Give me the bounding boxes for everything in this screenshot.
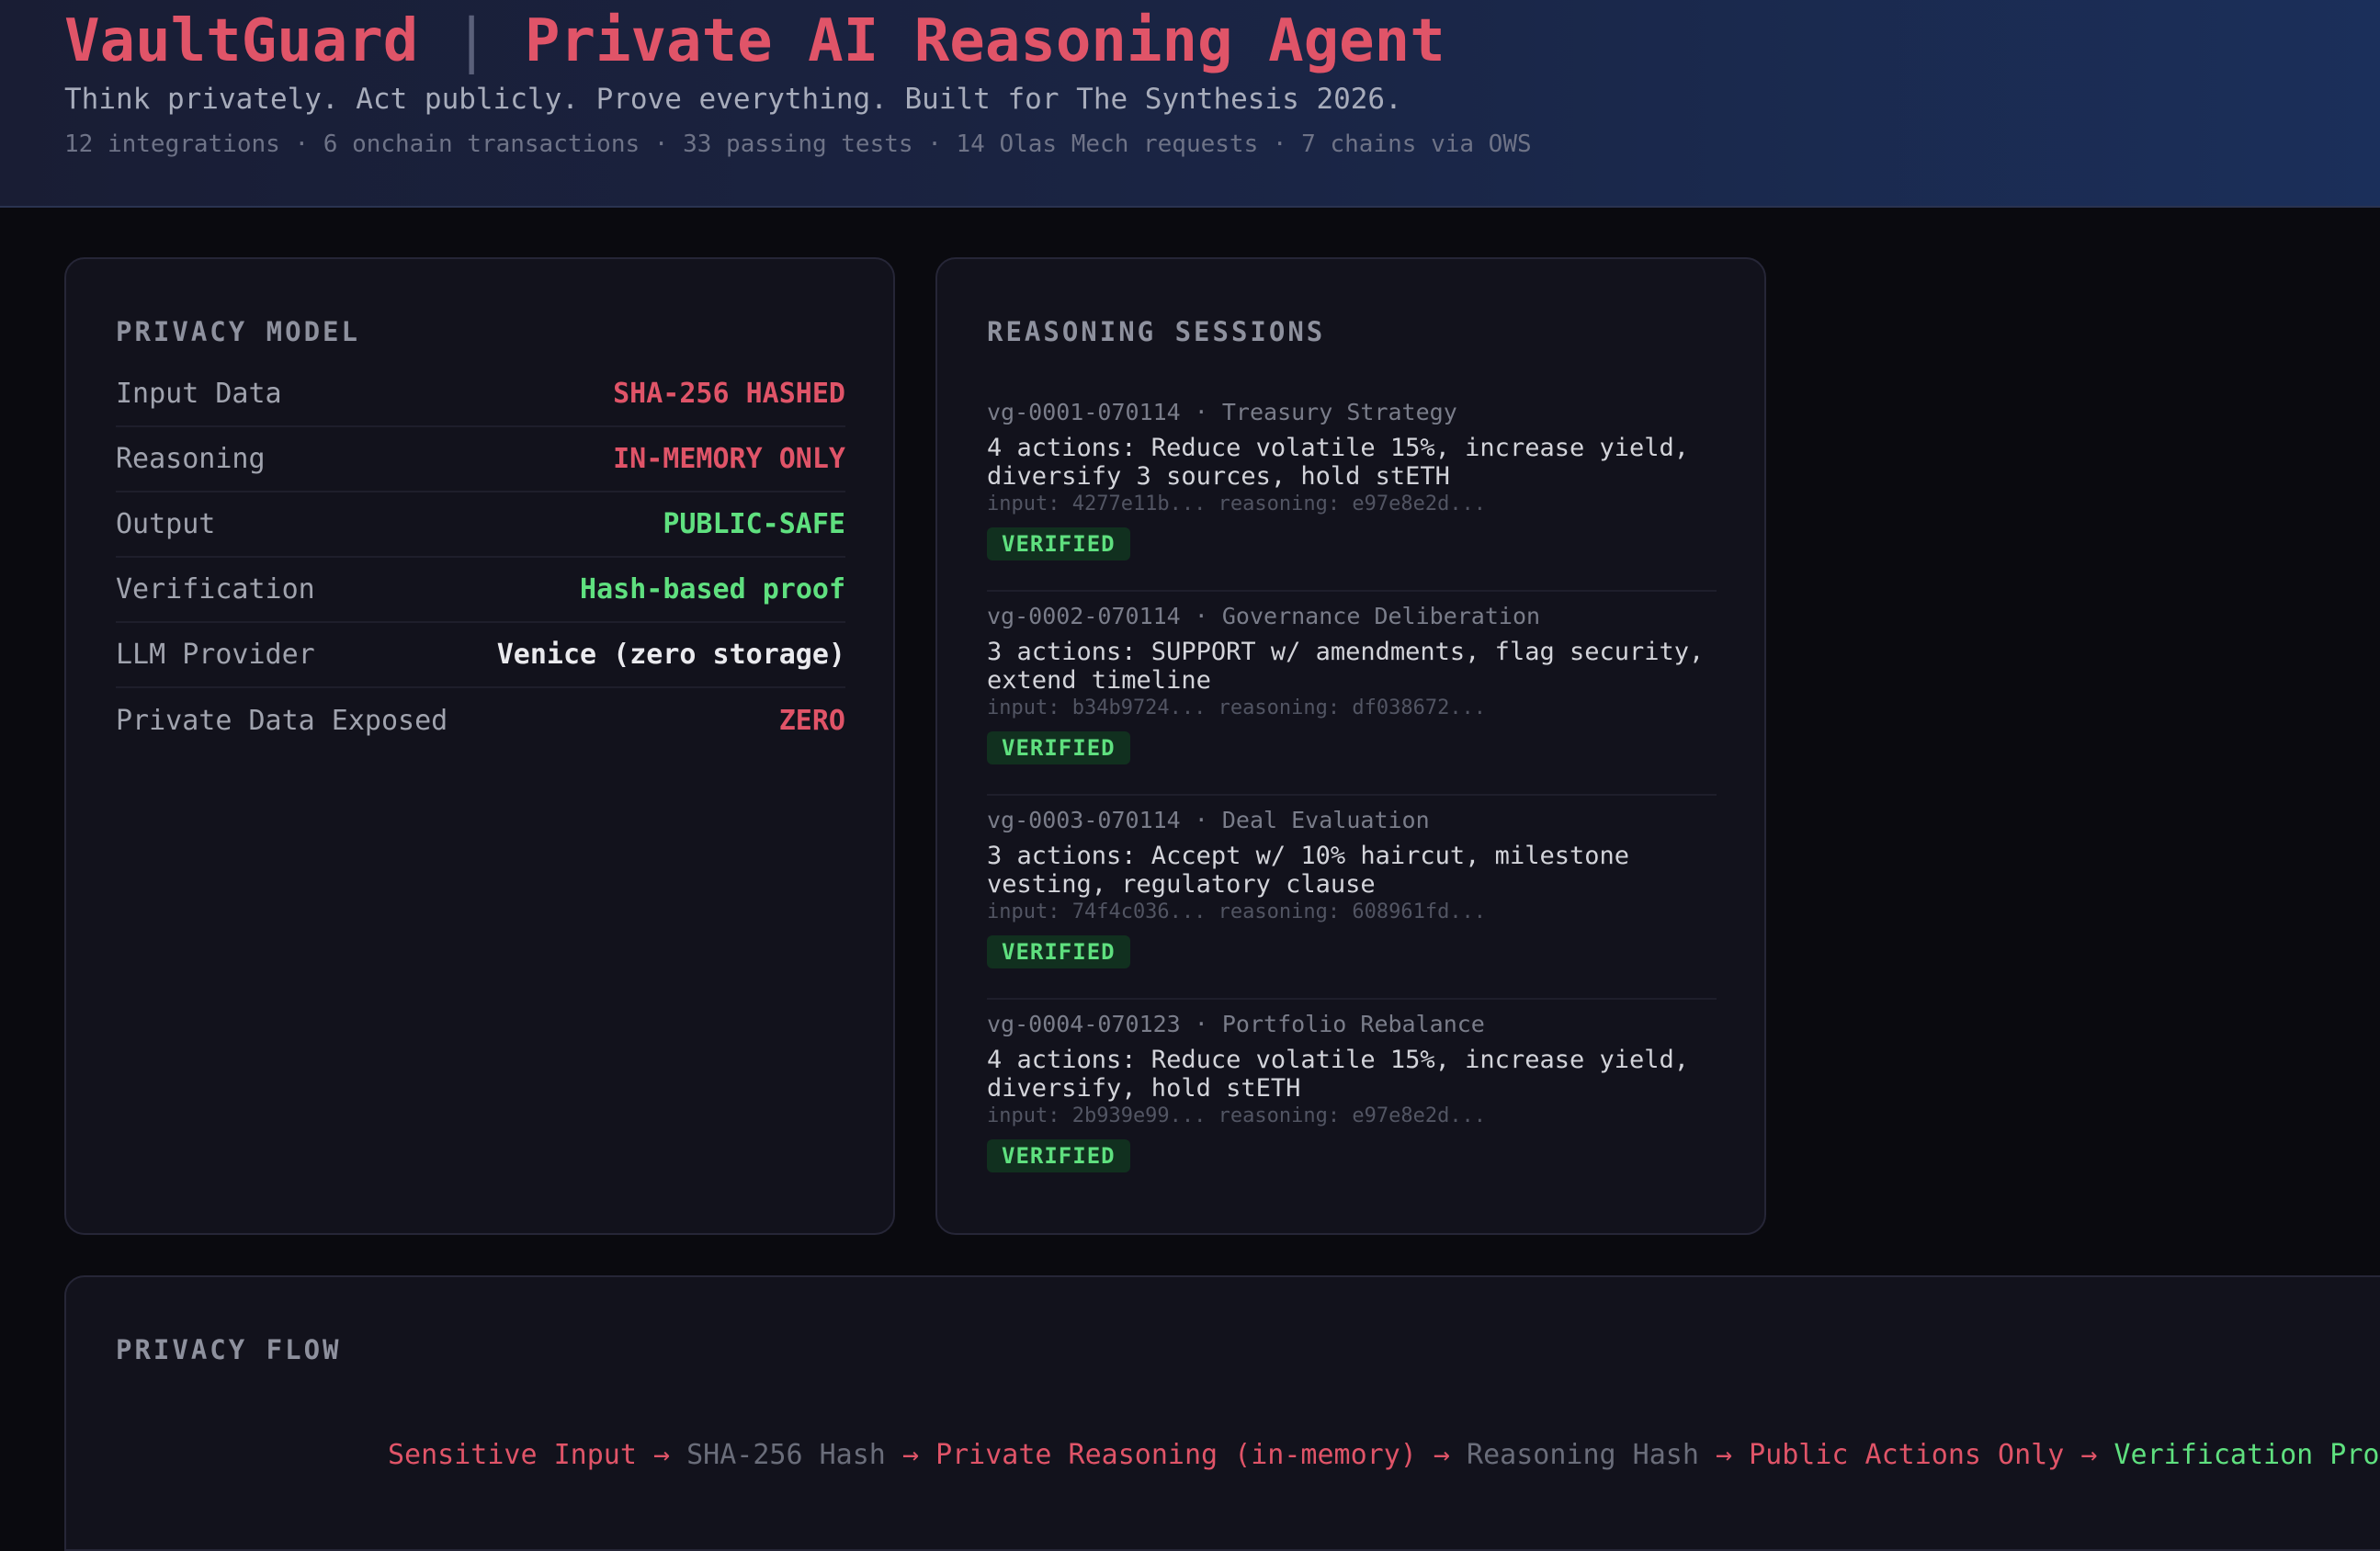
session-list: vg-0001-070114 · Treasury Strategy 4 act… [987,388,1717,1204]
page-header: VaultGuard | Private AI Reasoning Agent … [0,0,2380,208]
privacy-model-card: PRIVACY MODEL Input Data SHA-256 HASHED … [64,257,895,1235]
verified-badge: VERIFIED [987,731,1130,764]
session-name: Deal Evaluation [1221,807,1430,833]
page-subtitle: Think privately. Act publicly. Prove eve… [64,83,1402,116]
session-id: vg-0003-070114 [987,807,1181,833]
privacy-row-label: Verification [116,573,315,606]
privacy-row-output: Output PUBLIC-SAFE [116,492,845,558]
session-item[interactable]: vg-0002-070114 · Governance Deliberation… [987,592,1717,796]
session-header: vg-0002-070114 · Governance Deliberation [987,603,1541,629]
session-id: vg-0001-070114 [987,399,1181,425]
session-item[interactable]: vg-0001-070114 · Treasury Strategy 4 act… [987,388,1717,592]
session-id: vg-0004-070123 [987,1011,1181,1037]
session-hashes: input: 2b939e99... reasoning: e97e8e2d..… [987,1104,1487,1127]
session-summary: 4 actions: Reduce volatile 15%, increase… [987,1046,1690,1103]
session-item[interactable]: vg-0004-070123 · Portfolio Rebalance 4 a… [987,1000,1717,1204]
privacy-row-label: LLM Provider [116,639,315,671]
privacy-flow-title: PRIVACY FLOW [116,1334,342,1365]
session-summary: 3 actions: SUPPORT w/ amendments, flag s… [987,638,1705,695]
flow-step-reasoning-hash: Reasoning Hash [1467,1439,1699,1471]
privacy-row-llm-provider: LLM Provider Venice (zero storage) [116,623,845,688]
session-summary: 3 actions: Accept w/ 10% haircut, milest… [987,842,1629,899]
session-summary: 4 actions: Reduce volatile 15%, increase… [987,434,1690,491]
flow-step-public-actions: Public Actions Only [1749,1439,2065,1471]
flow-step-sha256-hash: SHA-256 Hash [686,1439,886,1471]
session-header: vg-0001-070114 · Treasury Strategy [987,399,1457,425]
page-title: VaultGuard | Private AI Reasoning Agent [64,7,1445,75]
privacy-row-value: ZERO [778,705,845,737]
session-hashes: input: 4277e11b... reasoning: e97e8e2d..… [987,492,1487,515]
privacy-row-label: Input Data [116,378,282,410]
privacy-row-label: Private Data Exposed [116,705,448,737]
privacy-row-reasoning: Reasoning IN-MEMORY ONLY [116,427,845,492]
privacy-row-data-exposed: Private Data Exposed ZERO [116,688,845,753]
privacy-flow-card: PRIVACY FLOW Sensitive Input → SHA-256 H… [64,1275,2380,1551]
flow-arrow: → [653,1439,671,1471]
flow-step-private-reasoning: Private Reasoning (in-memory) [935,1439,1417,1471]
flow-step-sensitive-input: Sensitive Input [388,1439,637,1471]
privacy-row-input-data: Input Data SHA-256 HASHED [116,362,845,427]
privacy-row-verification: Verification Hash-based proof [116,558,845,623]
session-header: vg-0004-070123 · Portfolio Rebalance [987,1011,1485,1037]
flow-arrow: → [1715,1439,1733,1471]
verified-badge: VERIFIED [987,1139,1130,1172]
session-hashes: input: 74f4c036... reasoning: 608961fd..… [987,900,1487,923]
session-id: vg-0002-070114 [987,603,1181,629]
flow-step-verification-proof: Verification Proof [2114,1439,2380,1471]
stats-line: 12 integrations · 6 onchain transactions… [64,130,1532,158]
reasoning-sessions-title: REASONING SESSIONS [987,316,1326,347]
session-item[interactable]: vg-0003-070114 · Deal Evaluation 3 actio… [987,796,1717,1000]
session-hashes: input: b34b9724... reasoning: df038672..… [987,696,1487,719]
privacy-row-value: Hash-based proof [580,573,845,606]
reasoning-sessions-card: REASONING SESSIONS vg-0001-070114 · Trea… [935,257,1766,1235]
privacy-flow-steps: Sensitive Input → SHA-256 Hash → Private… [388,1439,2380,1471]
title-separator: | [453,7,490,75]
privacy-row-value: Venice (zero storage) [496,639,845,671]
session-name: Portfolio Rebalance [1221,1011,1485,1037]
privacy-model-title: PRIVACY MODEL [116,316,360,347]
flow-arrow: → [901,1439,919,1471]
session-header: vg-0003-070114 · Deal Evaluation [987,807,1430,833]
flow-arrow: → [2080,1439,2098,1471]
title-text: Private AI Reasoning Agent [524,7,1445,75]
session-name: Treasury Strategy [1221,399,1457,425]
privacy-model-rows: Input Data SHA-256 HASHED Reasoning IN-M… [116,362,845,753]
flow-arrow: → [1433,1439,1450,1471]
verified-badge: VERIFIED [987,935,1130,968]
privacy-row-value: SHA-256 HASHED [613,378,845,410]
verified-badge: VERIFIED [987,527,1130,560]
privacy-row-label: Reasoning [116,443,266,475]
privacy-row-value: IN-MEMORY ONLY [613,443,845,475]
privacy-row-value: PUBLIC-SAFE [663,508,845,540]
privacy-row-label: Output [116,508,216,540]
session-name: Governance Deliberation [1221,603,1541,629]
brand-name: VaultGuard [64,7,419,75]
